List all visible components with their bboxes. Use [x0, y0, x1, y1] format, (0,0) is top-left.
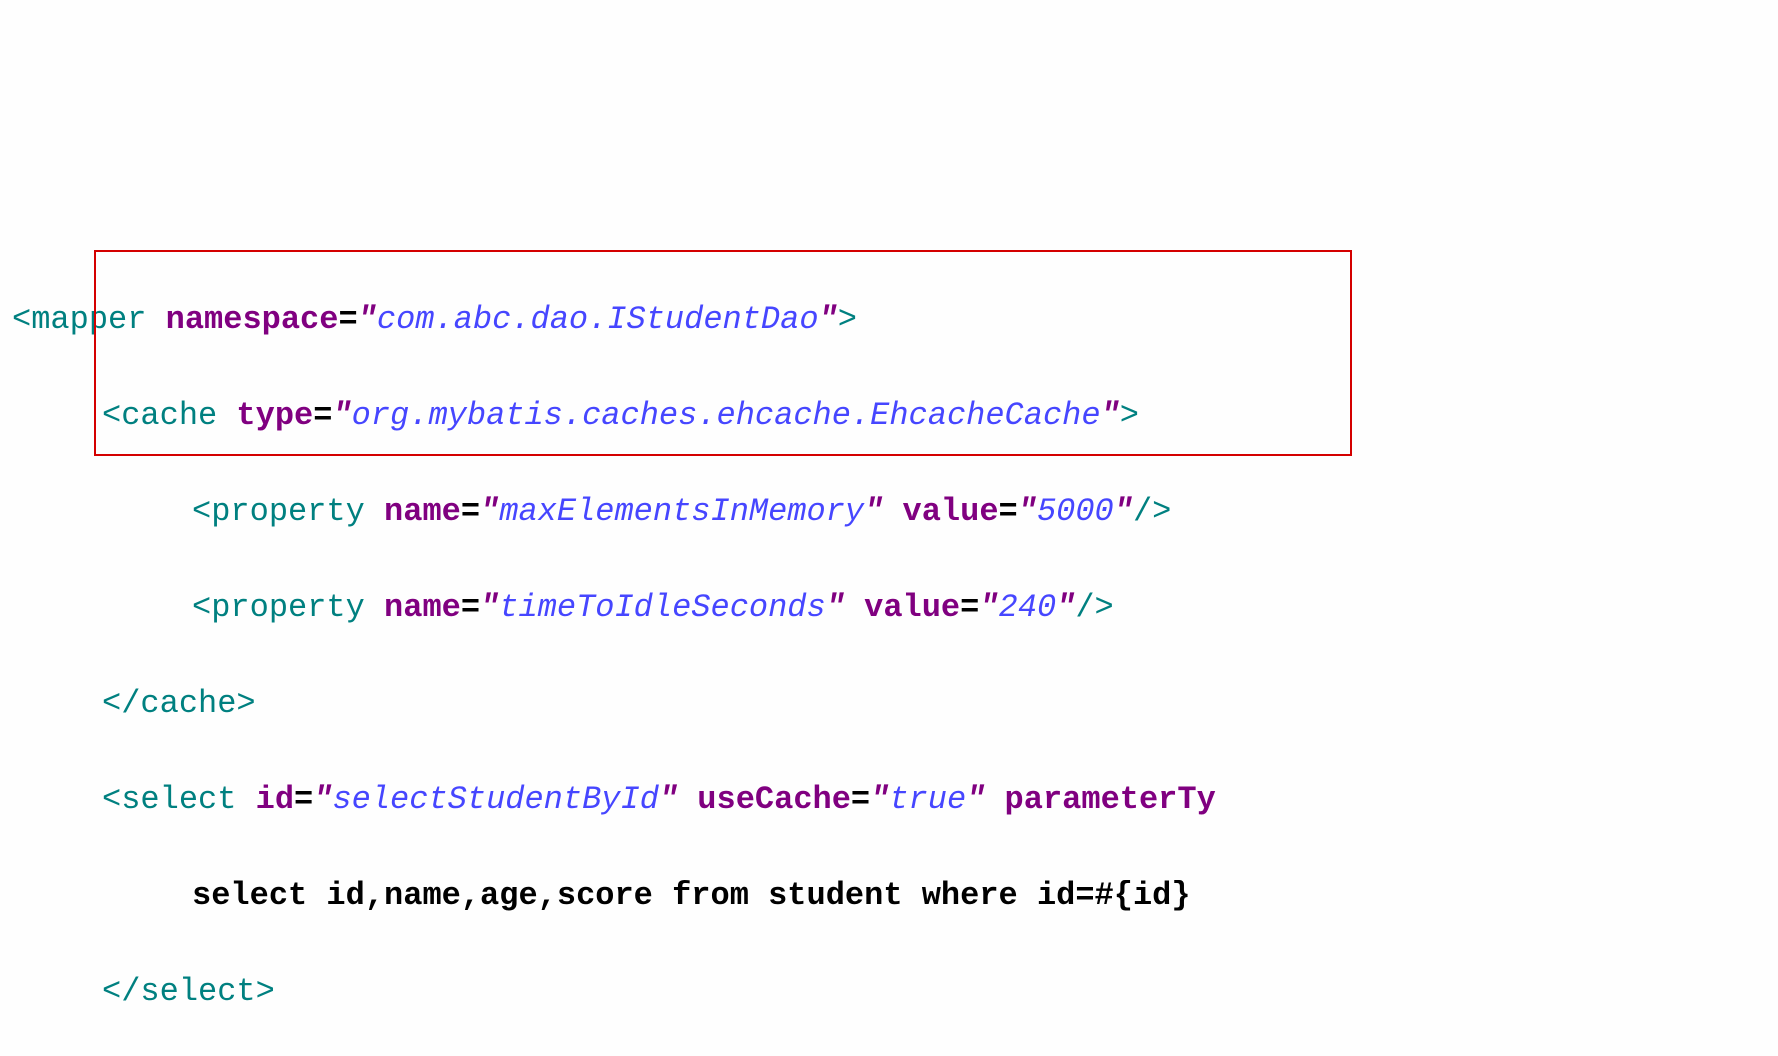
attr-value: value	[864, 589, 960, 626]
attr-namespace: namespace	[166, 301, 339, 338]
tag-select-open: select	[121, 781, 236, 818]
usecache-value: true	[889, 781, 966, 818]
tag-mapper: mapper	[31, 301, 146, 338]
code-line-7: select id,name,age,score from student wh…	[12, 872, 1778, 920]
attr-value: value	[903, 493, 999, 530]
punct: <	[12, 301, 31, 338]
tag-cache-open: cache	[121, 397, 217, 434]
tag-property: property	[211, 493, 365, 530]
value-value: 5000	[1037, 493, 1114, 530]
attr-usecache: useCache	[697, 781, 851, 818]
attr-type: type	[236, 397, 313, 434]
xml-code-block: <mapper namespace="com.abc.dao.IStudentD…	[12, 200, 1778, 1056]
tag-select-close: select	[140, 973, 255, 1010]
value-value: 240	[999, 589, 1057, 626]
tag-property: property	[211, 589, 365, 626]
code-line-1: <mapper namespace="com.abc.dao.IStudentD…	[12, 296, 1778, 344]
code-line-6: <select id="selectStudentById" useCache=…	[12, 776, 1778, 824]
attr-parametertype: parameterTy	[1005, 781, 1216, 818]
namespace-value: com.abc.dao.IStudentDao	[377, 301, 819, 338]
code-line-2: <cache type="org.mybatis.caches.ehcache.…	[12, 392, 1778, 440]
code-line-4: <property name="timeToIdleSeconds" value…	[12, 584, 1778, 632]
code-line-8: </select>	[12, 968, 1778, 1016]
id-value: selectStudentById	[332, 781, 658, 818]
type-value: org.mybatis.caches.ehcache.EhcacheCache	[352, 397, 1101, 434]
attr-name: name	[384, 589, 461, 626]
sql-text: select id,name,age,score from student wh…	[192, 877, 1191, 914]
attr-id: id	[256, 781, 294, 818]
name-value: maxElementsInMemory	[499, 493, 864, 530]
code-line-5: </cache>	[12, 680, 1778, 728]
name-value: timeToIdleSeconds	[499, 589, 825, 626]
attr-name: name	[384, 493, 461, 530]
tag-cache-close: cache	[140, 685, 236, 722]
code-line-3: <property name="maxElementsInMemory" val…	[12, 488, 1778, 536]
